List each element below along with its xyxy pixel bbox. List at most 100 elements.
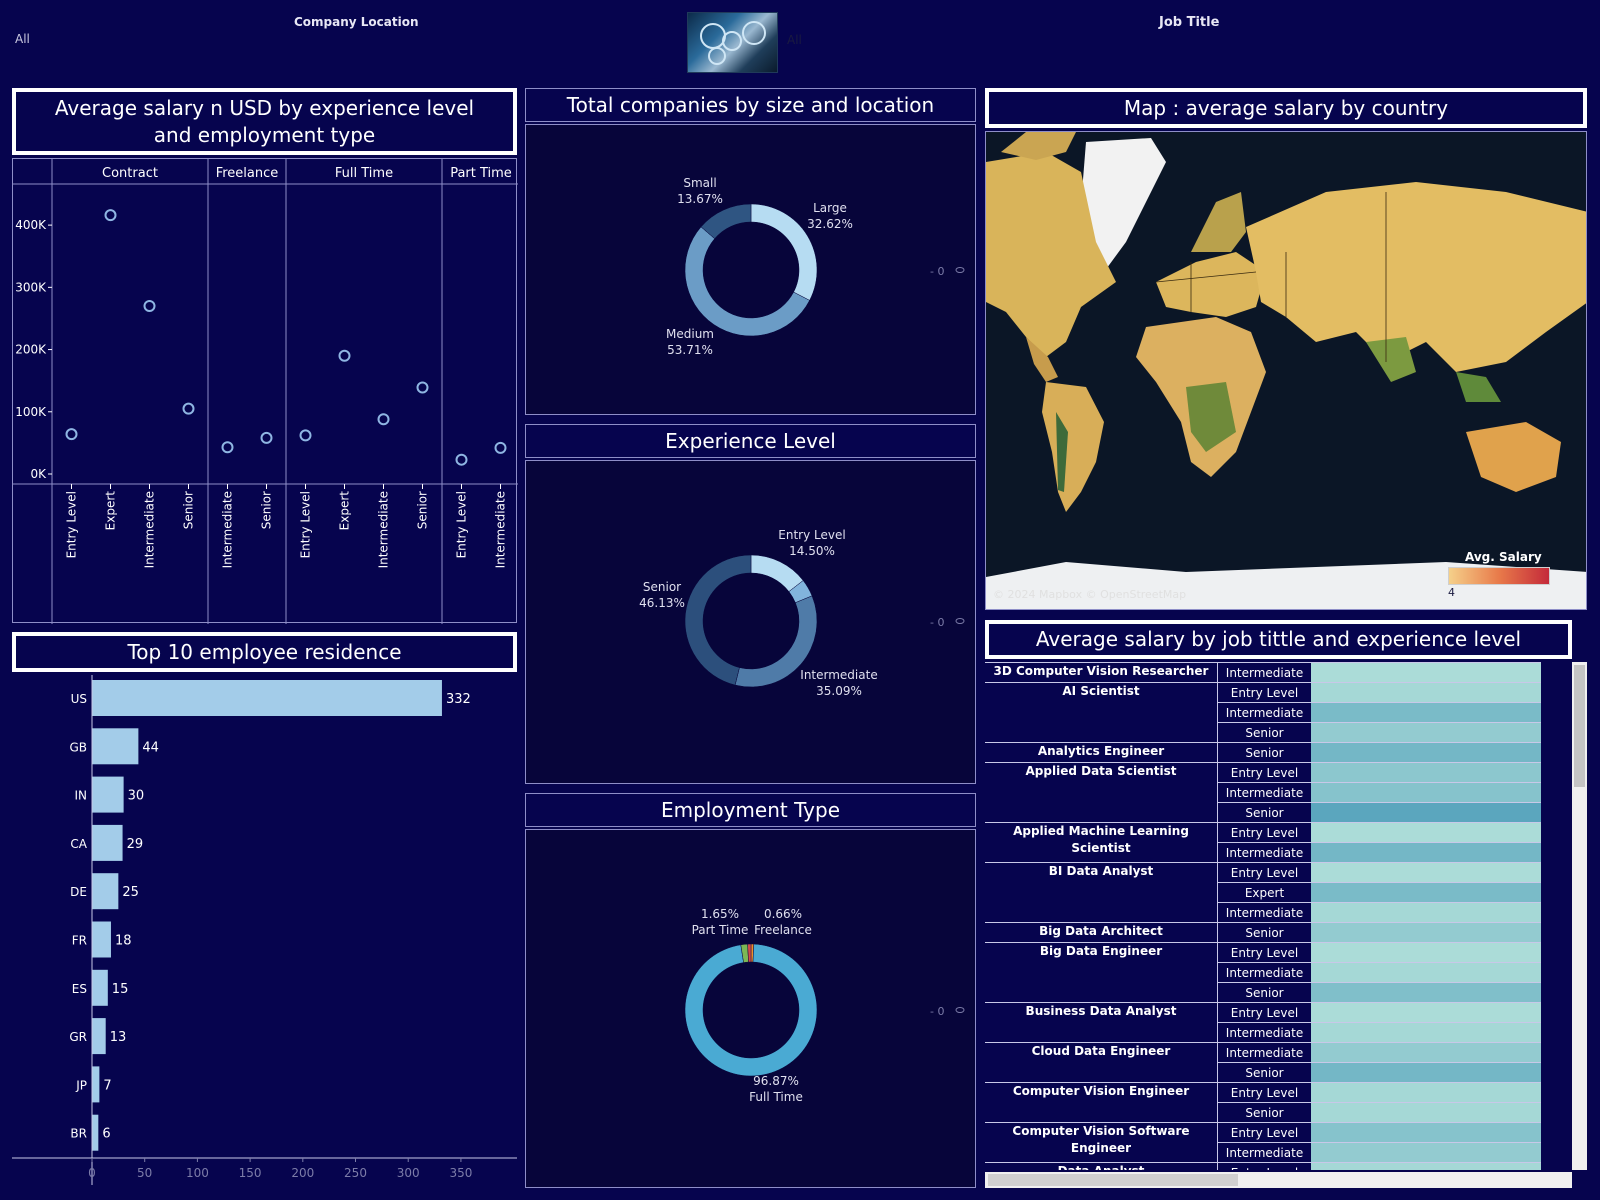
job-table-row[interactable]: Intermediate [985, 702, 1541, 722]
job-table-row[interactable]: Intermediate [985, 962, 1541, 982]
job-title-cell: Applied Machine Learning Scientist [985, 822, 1217, 855]
job-table-row[interactable]: Computer Vision Engineer Entry Level [985, 1082, 1541, 1102]
job-table-row[interactable]: Data AnalystEntry Level [985, 1162, 1541, 1170]
job-table-row[interactable]: Intermediate [985, 1022, 1541, 1042]
scatter-x-tick-label: Senior [416, 491, 430, 529]
scatter-point [260, 431, 273, 444]
residence-bar [92, 824, 123, 861]
job-table-row[interactable]: Intermediate [985, 1142, 1541, 1162]
scatter-group-header: Part Time [450, 166, 512, 181]
scatter-point [104, 209, 117, 222]
job-title-cell: 3D Computer Vision Researcher [985, 662, 1217, 682]
job-salary-table[interactable]: 3D Computer Vision Researcher Intermediat… [985, 662, 1587, 1170]
table-horizontal-scroll-thumb[interactable] [988, 1174, 1238, 1186]
world-salary-map[interactable]: © 2024 Mapbox © OpenStreetMap Avg. Salar… [985, 131, 1587, 610]
job-table-row[interactable]: Expert [985, 882, 1541, 902]
job-table-row[interactable]: Intermediate [985, 902, 1541, 922]
job-table-row[interactable]: Intermediate [985, 842, 1541, 862]
salary-heat-cell [1311, 942, 1541, 962]
salary-heat-cell [1311, 1022, 1541, 1042]
scatter-x-tick-label: Entry Level [299, 491, 313, 558]
scatter-y-tick-label: 300K [15, 280, 47, 294]
experience-level-cell: Senior [1217, 1062, 1311, 1082]
job-table-row[interactable]: Applied Machine Learning Scientist Entry … [985, 822, 1541, 855]
salary-heat-cell [1311, 842, 1541, 862]
company-size-panel: Small 13.67% Large 32.62% Medium 53.71% - 0 [525, 124, 976, 415]
salary-heat-cell [1311, 902, 1541, 922]
job-table-row[interactable]: Big Data Engineer Entry Level [985, 942, 1541, 962]
scatter-x-tick-label: Intermediate [494, 491, 508, 568]
experience-level-cell: Entry Level [1217, 1162, 1311, 1170]
residence-bar [92, 776, 124, 813]
salary-heat-cell [1311, 1122, 1541, 1142]
scatter-x-tick-label: Senior [260, 491, 274, 529]
table-vertical-scrollbar[interactable] [1572, 662, 1587, 1170]
donut-slice-pct: Full Time [749, 1090, 803, 1104]
job-table-row[interactable]: Senior [985, 982, 1541, 1002]
job-table-row[interactable]: 3D Computer Vision Researcher Intermediat… [985, 662, 1541, 682]
salary-heat-cell [1311, 822, 1541, 842]
experience-level-cell: Entry Level [1217, 942, 1311, 962]
residence-value-label: 30 [128, 789, 145, 804]
scatter-x-tick-label: Entry Level [455, 491, 469, 558]
residence-bar [92, 680, 442, 716]
salary-heat-cell [1311, 1102, 1541, 1122]
residence-value-label: 332 [446, 692, 471, 707]
donut-slice-label: Medium [666, 327, 714, 341]
residence-category-label: ES [72, 982, 87, 996]
residence-x-tick-label: 100 [186, 1166, 209, 1180]
job-table-row[interactable]: Senior [985, 722, 1541, 742]
scatter-y-tick-label: 400K [15, 218, 47, 232]
job-table-row[interactable]: Business Data Analyst Entry Level [985, 1002, 1541, 1022]
donut-side-marker [955, 267, 965, 273]
table-horizontal-scrollbar[interactable] [985, 1172, 1572, 1188]
residence-x-tick-label: 350 [449, 1166, 472, 1180]
table-vertical-scroll-thumb[interactable] [1574, 665, 1585, 787]
donut-slice-label: Senior [643, 580, 681, 594]
residence-bar [92, 969, 108, 1006]
job-table-row[interactable]: Computer Vision Software Engineer Entry L… [985, 1122, 1541, 1155]
job-table-row[interactable]: Analytics Engineer Senior [985, 742, 1541, 762]
scatter-y-tick-label: 100K [15, 405, 47, 419]
job-table-row[interactable]: Cloud Data Engineer Intermediate [985, 1042, 1541, 1062]
job-table-row[interactable]: BI Data Analyst Entry Level [985, 862, 1541, 882]
job-title-cell: BI Data Analyst [985, 862, 1217, 882]
job-table-row[interactable]: Senior [985, 802, 1541, 822]
job-table-row[interactable]: AI Scientist Entry Level [985, 682, 1541, 702]
donut-side-axis-label: - 0 [930, 265, 944, 278]
job-title-cell: Computer Vision Engineer [985, 1082, 1217, 1102]
world-map-graphic [986, 132, 1586, 609]
company-location-filter-value[interactable]: All [15, 32, 30, 46]
job-salary-table-title: Average salary by job tittle and experie… [985, 620, 1572, 659]
experience-level-cell: Senior [1217, 1102, 1311, 1122]
donut-slice-label: 0.66% [764, 907, 802, 921]
company-size-title-text: Total companies by size and location [566, 93, 935, 117]
salary-heat-cell [1311, 722, 1541, 742]
company-location-filter-label: Company Location [294, 15, 419, 29]
salary-heat-cell [1311, 742, 1541, 762]
donut-slice-pct: 53.71% [667, 343, 713, 357]
map-title-text: Map : average salary by country [1123, 95, 1449, 120]
job-table-row[interactable]: Senior [985, 1062, 1541, 1082]
employment-type-donut-chart: 1.65% Part Time 0.66% Freelance 96.87% Full T… [684, 907, 965, 1104]
experience-level-cell: Senior [1217, 742, 1311, 762]
donut-slice [750, 554, 804, 592]
job-table-row[interactable]: Intermediate [985, 782, 1541, 802]
experience-level-cell: Intermediate [1217, 842, 1311, 862]
job-title-cell: Data Analyst [985, 1162, 1217, 1170]
scatter-point [416, 381, 429, 394]
residence-chart-title: Top 10 employee residence [12, 632, 517, 672]
job-table-row[interactable]: Applied Data Scientist Entry Level [985, 762, 1541, 782]
scatter-chart-panel: 0K 100K 200K 300K 400K Contract Entry Level Exp… [12, 158, 518, 624]
donut-slice [684, 554, 752, 686]
donut-slice-label: Large [813, 201, 847, 215]
job-table-row[interactable]: Senior [985, 1102, 1541, 1122]
residence-value-label: 18 [115, 934, 132, 949]
experience-level-cell: Intermediate [1217, 702, 1311, 722]
residence-chart-title-text: Top 10 employee residence [127, 639, 402, 664]
company-size-donut-chart: Small 13.67% Large 32.62% Medium 53.71% - 0 [666, 176, 965, 357]
residence-bar [92, 1066, 100, 1103]
job-table-row[interactable]: Big Data Architect Senior [985, 922, 1541, 942]
job-title-filter-value[interactable]: All [787, 33, 802, 47]
residence-chart-panel: US 332 GB 44 IN 30 CA 29 DE 25 FR 18 ES 15 GR 13 JP 7 BR 6 0… [12, 675, 517, 1190]
